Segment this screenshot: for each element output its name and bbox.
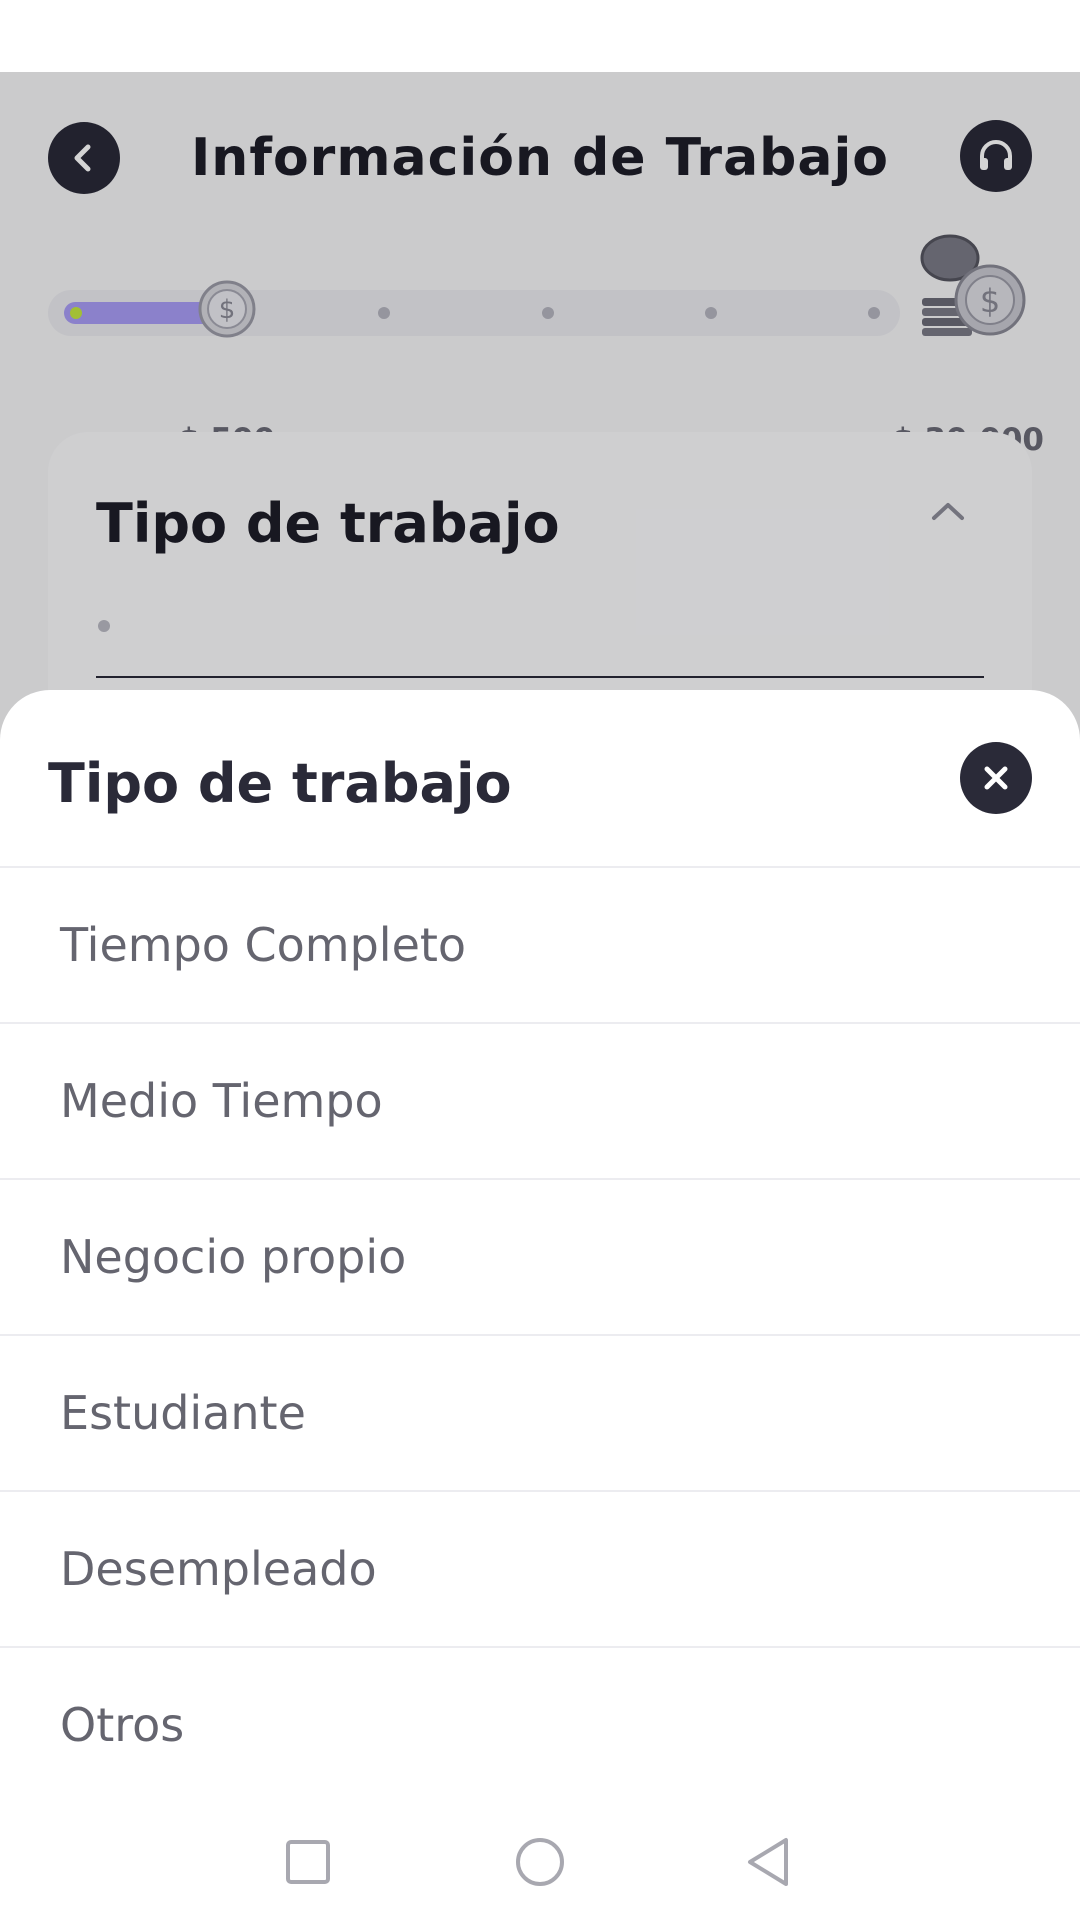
option-otros[interactable]: Otros — [0, 1646, 1080, 1802]
status-bar — [0, 0, 1080, 72]
triangle-back-icon[interactable] — [734, 1826, 806, 1898]
sheet-title: Tipo de trabajo — [48, 752, 512, 815]
option-estudiante[interactable]: Estudiante — [0, 1334, 1080, 1490]
system-nav-bar — [0, 1810, 1080, 1920]
option-medio-tiempo[interactable]: Medio Tiempo — [0, 1022, 1080, 1178]
close-icon — [984, 766, 1008, 790]
job-type-bottom-sheet: Tipo de trabajo Tiempo Completo Medio Ti… — [0, 690, 1080, 1920]
option-negocio-propio[interactable]: Negocio propio — [0, 1178, 1080, 1334]
option-tiempo-completo[interactable]: Tiempo Completo — [0, 866, 1080, 1022]
option-desempleado[interactable]: Desempleado — [0, 1490, 1080, 1646]
close-button[interactable] — [960, 742, 1032, 814]
circle-icon[interactable] — [504, 1826, 576, 1898]
square-icon[interactable] — [272, 1826, 344, 1898]
job-type-options: Tiempo Completo Medio Tiempo Negocio pro… — [0, 866, 1080, 1802]
